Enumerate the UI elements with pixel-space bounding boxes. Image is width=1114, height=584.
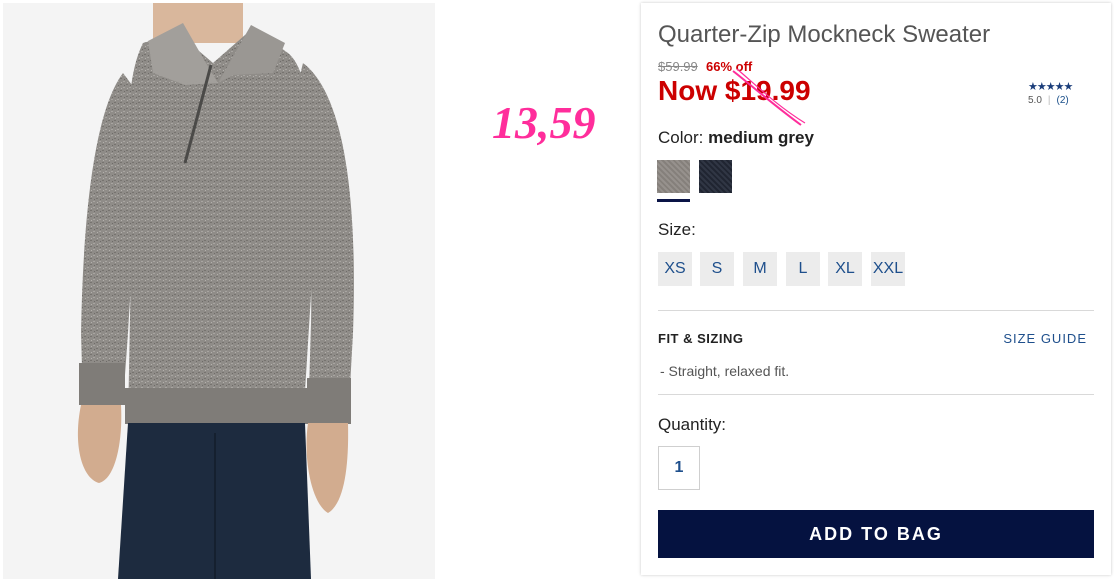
size-s-button[interactable]: S	[700, 252, 734, 286]
swatch-navy[interactable]	[699, 160, 732, 193]
color-label-text: Color:	[658, 128, 704, 147]
review-count-link[interactable]: (2)	[1057, 95, 1069, 106]
rating-score: 5.0	[1028, 95, 1042, 106]
size-guide-link[interactable]: SIZE GUIDE	[1003, 331, 1087, 346]
size-l-button[interactable]: L	[786, 252, 820, 286]
divider	[658, 394, 1094, 395]
rating-widget[interactable]: ★★★★★ 5.0 | (2)	[1028, 80, 1073, 106]
size-label: Size:	[658, 220, 696, 239]
size-xs-button[interactable]: XS	[658, 252, 692, 286]
quantity-input[interactable]: 1	[658, 446, 700, 490]
quantity-label: Quantity:	[658, 415, 727, 434]
size-xxl-button[interactable]: XXL	[871, 252, 905, 286]
product-photo	[3, 3, 435, 579]
handwritten-price-overlay: 13,59	[492, 97, 596, 148]
price-strike-mark	[732, 68, 806, 126]
fit-sizing-heading: FIT & SIZING	[658, 331, 744, 346]
fit-description: - Straight, relaxed fit.	[660, 363, 790, 379]
divider	[658, 310, 1094, 311]
rating-separator: |	[1047, 95, 1051, 106]
product-title: Quarter-Zip Mockneck Sweater	[658, 21, 991, 48]
star-rating-icon: ★★★★★	[1028, 81, 1073, 93]
size-xl-button[interactable]: XL	[828, 252, 862, 286]
color-label: Color: medium grey	[658, 128, 814, 148]
size-m-button[interactable]: M	[743, 252, 777, 286]
product-info-panel: Quarter-Zip Mockneck Sweater $59.99 66% …	[641, 3, 1111, 575]
selected-color-name: medium grey	[708, 128, 814, 147]
rating-meta: 5.0 | (2)	[1028, 95, 1072, 106]
swatch-medium-grey[interactable]	[657, 160, 690, 193]
add-to-bag-button[interactable]: ADD TO BAG	[658, 510, 1094, 558]
selected-swatch-indicator	[657, 199, 690, 202]
original-price: $59.99	[658, 59, 698, 74]
